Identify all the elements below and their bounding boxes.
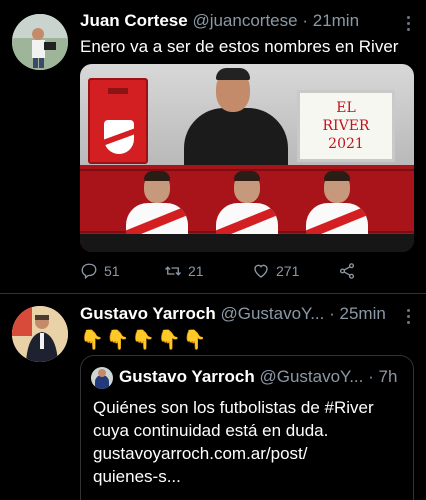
quoted-author-handle: @GustavoY... bbox=[259, 367, 364, 386]
avatar-photo bbox=[12, 14, 68, 70]
quoted-author-name: Gustavo Yarroch bbox=[119, 367, 255, 386]
tweet-header: Juan Cortese @juancortese · 21min bbox=[80, 11, 359, 31]
quoted-avatar bbox=[91, 367, 113, 389]
quoted-header: Gustavo Yarroch @GustavoY... · 7h bbox=[119, 367, 397, 387]
timestamp[interactable]: 25min bbox=[340, 304, 386, 323]
author-name[interactable]: Gustavo Yarroch bbox=[80, 304, 216, 323]
tweet-actions: 51 21 271 bbox=[80, 262, 380, 282]
media-top-panel: EL RIVER 2021 bbox=[80, 64, 414, 165]
reply-count: 51 bbox=[104, 263, 120, 279]
avatar[interactable] bbox=[12, 306, 68, 362]
coach-figure bbox=[176, 64, 296, 165]
heart-icon bbox=[254, 264, 268, 278]
quoted-link[interactable]: quienes-s... bbox=[93, 465, 411, 488]
author-handle[interactable]: @juancortese bbox=[192, 11, 297, 30]
river-shield-icon bbox=[104, 120, 134, 154]
separator: · bbox=[368, 367, 374, 386]
quoted-link[interactable]: gustavoyarroch.com.ar/post/ bbox=[93, 442, 411, 465]
board-line: 2021 bbox=[328, 136, 364, 152]
timestamp[interactable]: 21min bbox=[313, 11, 359, 30]
player-figure bbox=[126, 171, 188, 235]
more-options-icon[interactable] bbox=[406, 16, 412, 34]
author-handle[interactable]: @GustavoY... bbox=[220, 304, 324, 323]
author-name[interactable]: Juan Cortese bbox=[80, 11, 188, 30]
share-icon bbox=[339, 263, 355, 279]
player-figure bbox=[216, 171, 278, 235]
like-count: 271 bbox=[276, 263, 300, 279]
quoted-text: Quiénes son los futbolistas de #River cu… bbox=[93, 396, 411, 488]
reply-icon bbox=[81, 263, 97, 280]
locker-graphic bbox=[88, 78, 148, 164]
separator: · bbox=[329, 304, 335, 323]
retweet-count: 21 bbox=[188, 263, 204, 279]
tweet-text: Enero va a ser de estos nombres en River bbox=[80, 37, 399, 56]
like-button[interactable]: 271 bbox=[252, 262, 299, 280]
reply-button[interactable]: 51 bbox=[80, 262, 120, 280]
quoted-text-line: cuya continuidad está en duda. bbox=[93, 421, 329, 440]
board-line: EL bbox=[336, 100, 356, 116]
board-line: RIVER bbox=[322, 118, 370, 134]
avatar[interactable] bbox=[12, 14, 68, 70]
whiteboard: EL RIVER 2021 bbox=[297, 90, 395, 162]
share-button[interactable] bbox=[338, 262, 356, 280]
tweet[interactable]: Juan Cortese @juancortese · 21min Enero … bbox=[0, 0, 426, 294]
separator: · bbox=[302, 11, 308, 30]
tweet-media-image[interactable]: EL RIVER 2021 bbox=[80, 64, 414, 252]
more-options-icon[interactable] bbox=[406, 309, 412, 327]
quoted-tweet[interactable]: Gustavo Yarroch @GustavoY... · 7h Quiéne… bbox=[80, 355, 414, 500]
avatar-photo bbox=[12, 306, 68, 362]
retweet-button[interactable]: 21 bbox=[164, 262, 204, 280]
quoted-text-line: Quiénes son los futbolistas de #River bbox=[93, 398, 374, 417]
player-figure bbox=[306, 171, 368, 235]
tweet-divider bbox=[0, 293, 426, 294]
media-bottom-strip bbox=[80, 234, 414, 252]
quoted-timestamp: 7h bbox=[378, 367, 398, 386]
tweet-text: 👇👇👇👇👇 bbox=[80, 330, 209, 351]
retweet-icon bbox=[165, 266, 181, 276]
tweet-header: Gustavo Yarroch @GustavoY... · 25min bbox=[80, 304, 386, 324]
